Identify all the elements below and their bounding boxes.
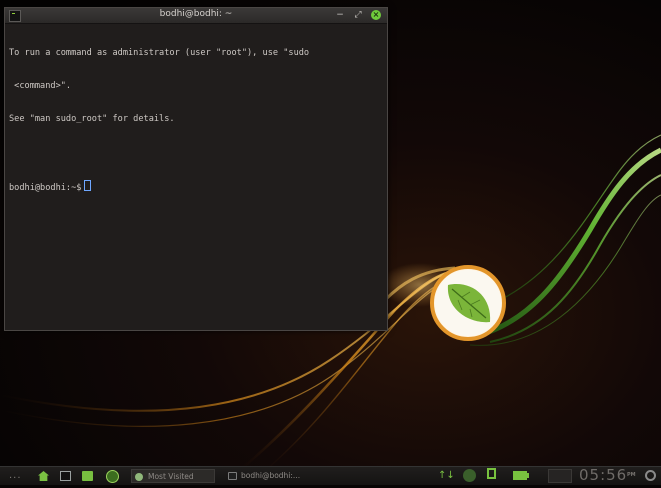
close-button[interactable]: × bbox=[371, 10, 381, 20]
power-icon[interactable] bbox=[645, 470, 656, 481]
terminal-prompt: bodhi@bodhi:~$ bbox=[9, 183, 82, 193]
terminal-line: To run a command as administrator (user … bbox=[9, 48, 310, 58]
battery-icon[interactable] bbox=[513, 471, 529, 480]
terminal-line: <command>". bbox=[9, 81, 72, 91]
firefox-icon bbox=[135, 473, 143, 481]
folder-icon[interactable] bbox=[82, 471, 93, 481]
window-title: bodhi@bodhi: ~ bbox=[159, 9, 233, 19]
desktop: bodhi@bodhi: ~ − ⤢ × To run a command as… bbox=[0, 0, 661, 485]
terminal-window[interactable]: bodhi@bodhi: ~ − ⤢ × To run a command as… bbox=[4, 7, 388, 331]
taskbar-task-most-visited[interactable]: Most Visited bbox=[131, 469, 215, 483]
taskbar: ... Most Visited bodhi@bodhi:... ↑↓ 05:5… bbox=[0, 466, 661, 485]
minimize-button[interactable]: − bbox=[334, 9, 346, 21]
clock-ampm: PM bbox=[627, 472, 636, 478]
network-icon[interactable]: ↑↓ bbox=[438, 470, 455, 482]
taskbar-task-terminal[interactable]: bodhi@bodhi:... bbox=[225, 469, 317, 483]
terminal-prompt-line[interactable]: bodhi@bodhi:~$ bbox=[9, 180, 383, 193]
terminal-output[interactable]: To run a command as administrator (user … bbox=[5, 24, 387, 215]
window-titlebar[interactable]: bodhi@bodhi: ~ − ⤢ × bbox=[5, 8, 387, 24]
clipboard-icon[interactable] bbox=[487, 468, 496, 479]
user-icon[interactable] bbox=[463, 469, 476, 482]
maximize-button[interactable]: ⤢ bbox=[352, 9, 364, 21]
home-icon[interactable] bbox=[38, 471, 49, 481]
app-menu-button[interactable]: ... bbox=[9, 470, 22, 488]
task-label: Most Visited bbox=[148, 472, 194, 481]
workspace-pager[interactable] bbox=[548, 469, 572, 483]
terminal-line: See "man sudo_root" for details. bbox=[9, 114, 175, 124]
terminal-icon bbox=[228, 472, 237, 480]
bodhi-leaf-icon[interactable] bbox=[106, 470, 119, 483]
task-label: bodhi@bodhi:... bbox=[241, 471, 301, 480]
clock[interactable]: 05:56 bbox=[579, 466, 627, 485]
terminal-launcher-icon[interactable] bbox=[60, 471, 71, 481]
text-cursor bbox=[84, 180, 92, 191]
